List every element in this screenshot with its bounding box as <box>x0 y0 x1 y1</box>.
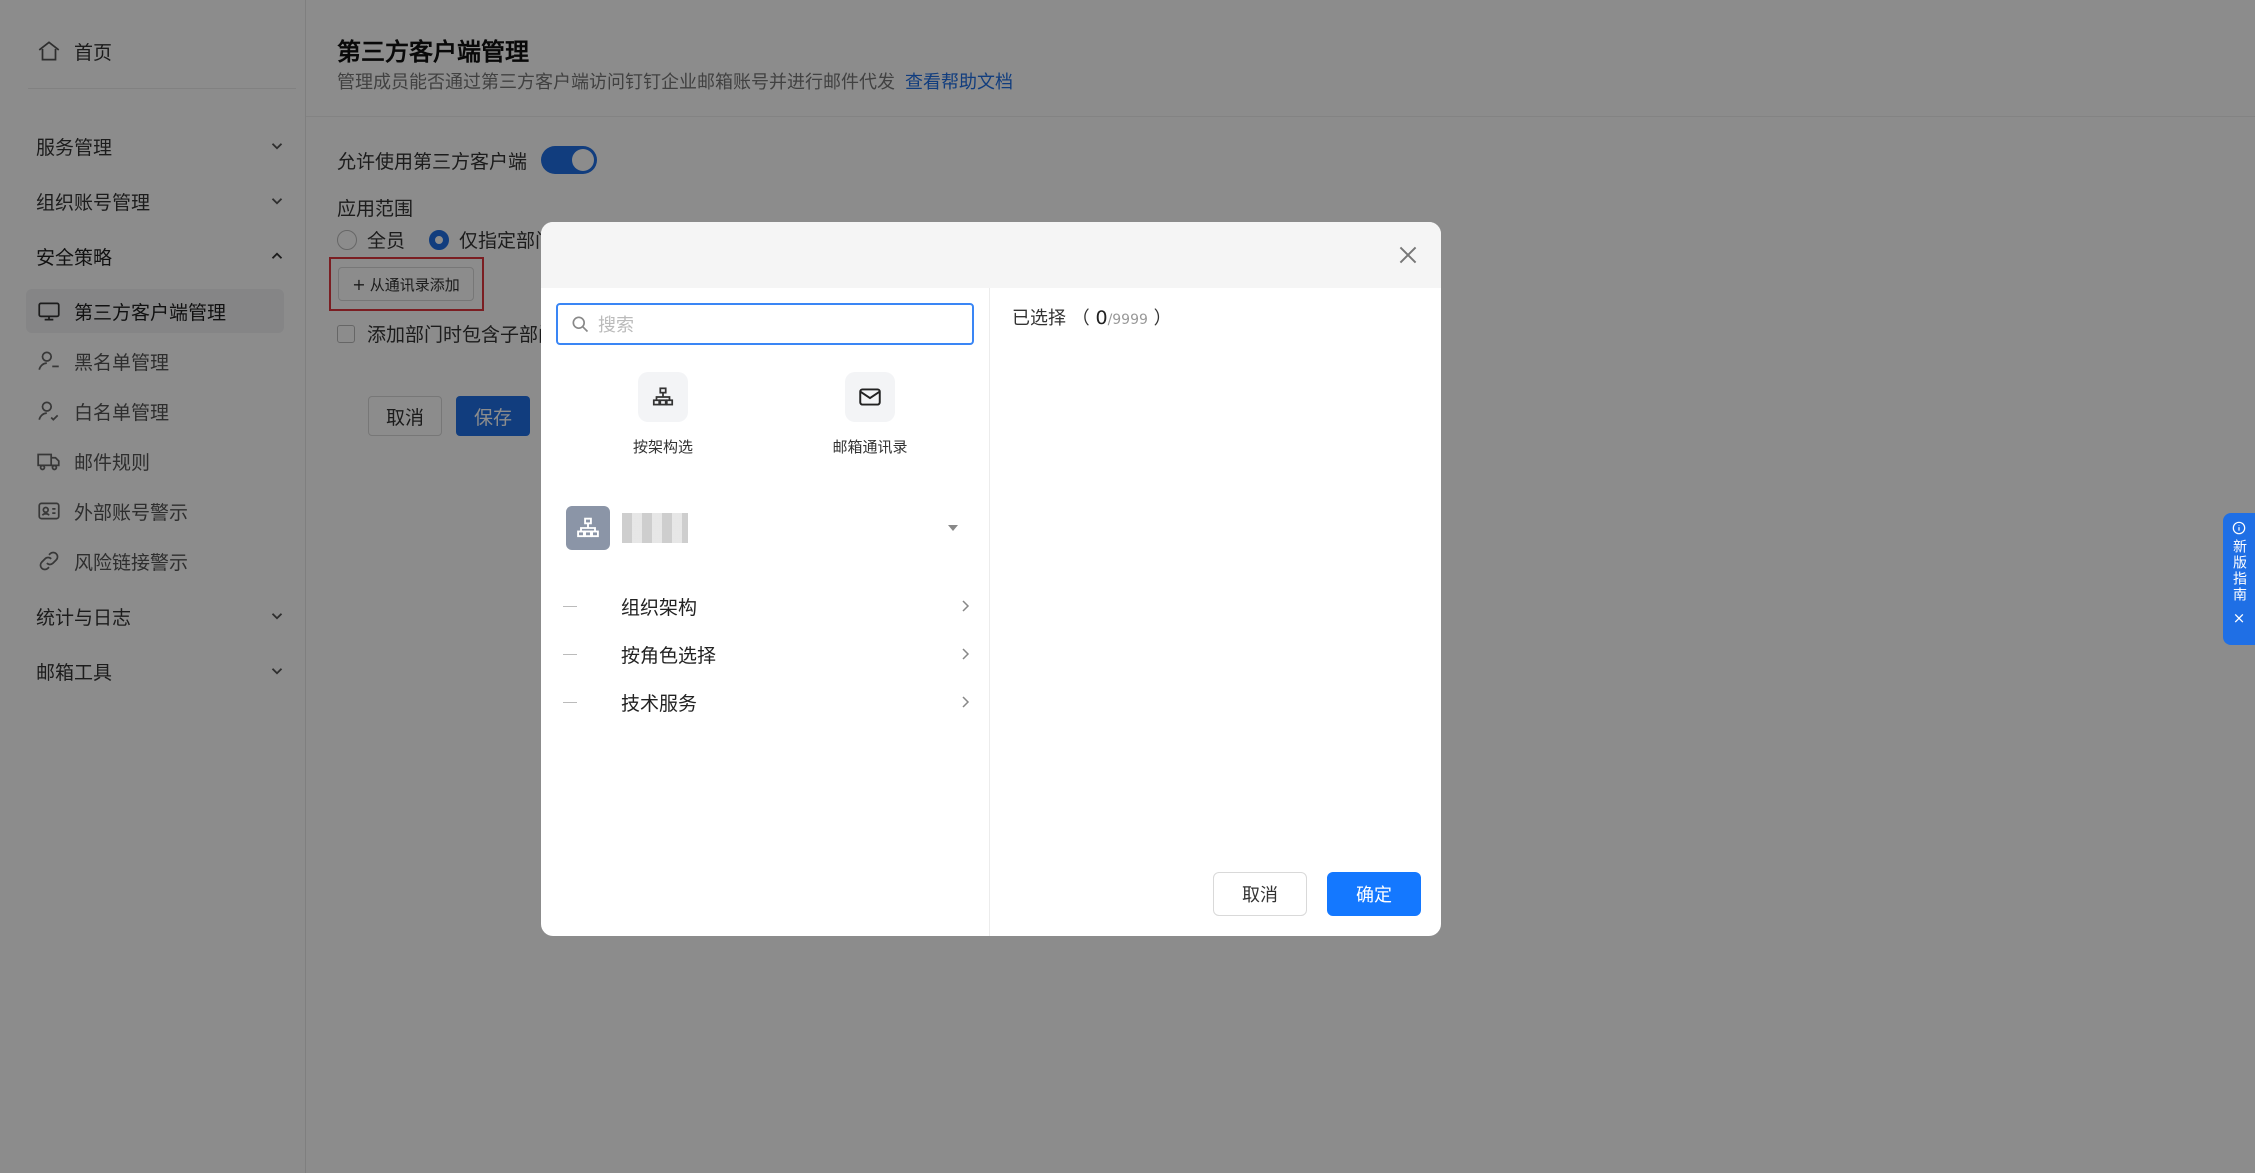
quick-select-mail-contacts[interactable]: 邮箱通讯录 <box>810 372 930 457</box>
contact-picker-modal: 搜索 按架构选 邮箱通讯录 组织架构 按角色选择 技术服务 已选择 （ 0/99… <box>541 222 1441 936</box>
guide-label: 新版指南 <box>2231 539 2247 603</box>
quick-select-by-org[interactable]: 按架构选 <box>603 372 723 457</box>
quick-icon-box <box>638 372 688 422</box>
paren-open: （ <box>1071 308 1096 329</box>
tree-item-role[interactable]: 按角色选择 <box>563 634 973 674</box>
info-icon <box>2232 521 2246 535</box>
chevron-right-icon <box>962 696 970 708</box>
tree-item-tech[interactable]: 技术服务 <box>563 682 973 722</box>
chevron-right-icon <box>962 648 970 660</box>
org-avatar <box>566 506 610 550</box>
modal-cancel-button[interactable]: 取消 <box>1213 872 1307 916</box>
org-selector[interactable] <box>566 506 966 550</box>
search-placeholder: 搜索 <box>598 315 634 336</box>
org-name-redacted <box>622 513 688 543</box>
modal-left-panel: 搜索 按架构选 邮箱通讯录 组织架构 按角色选择 技术服务 <box>541 288 990 936</box>
quick-label: 按架构选 <box>632 438 693 456</box>
dash-icon <box>563 605 577 607</box>
mail-icon <box>859 388 881 406</box>
tree-item-label: 组织架构 <box>621 596 698 619</box>
search-icon <box>572 316 589 333</box>
tree-item-label: 技术服务 <box>621 692 698 715</box>
new-guide-tab[interactable]: 新版指南 × <box>2223 513 2255 645</box>
org-tree-icon <box>652 387 674 406</box>
paren-close: ） <box>1153 308 1172 329</box>
dash-icon <box>563 653 577 655</box>
quick-icon-box <box>845 372 895 422</box>
modal-right-panel: 已选择 （ 0/9999 ） 取消 确定 <box>990 288 1441 936</box>
selected-count: 已选择 （ 0/9999 ） <box>1012 304 1172 330</box>
selected-max-value: /9999 <box>1107 312 1148 328</box>
search-input[interactable]: 搜索 <box>556 303 974 345</box>
selected-label-text: 已选择 <box>1012 308 1066 329</box>
selected-count-value: 0 <box>1095 307 1108 329</box>
modal-header <box>541 222 1441 288</box>
dash-icon <box>563 701 577 703</box>
chevron-right-icon <box>962 600 970 612</box>
tree-item-org[interactable]: 组织架构 <box>563 586 973 626</box>
org-tree-icon <box>577 517 599 538</box>
quick-label: 邮箱通讯录 <box>832 438 908 456</box>
caret-down-icon <box>948 525 958 531</box>
close-icon[interactable] <box>1395 242 1421 268</box>
modal-confirm-button[interactable]: 确定 <box>1327 872 1421 916</box>
close-icon[interactable]: × <box>2233 609 2246 627</box>
tree-item-label: 按角色选择 <box>621 644 717 667</box>
